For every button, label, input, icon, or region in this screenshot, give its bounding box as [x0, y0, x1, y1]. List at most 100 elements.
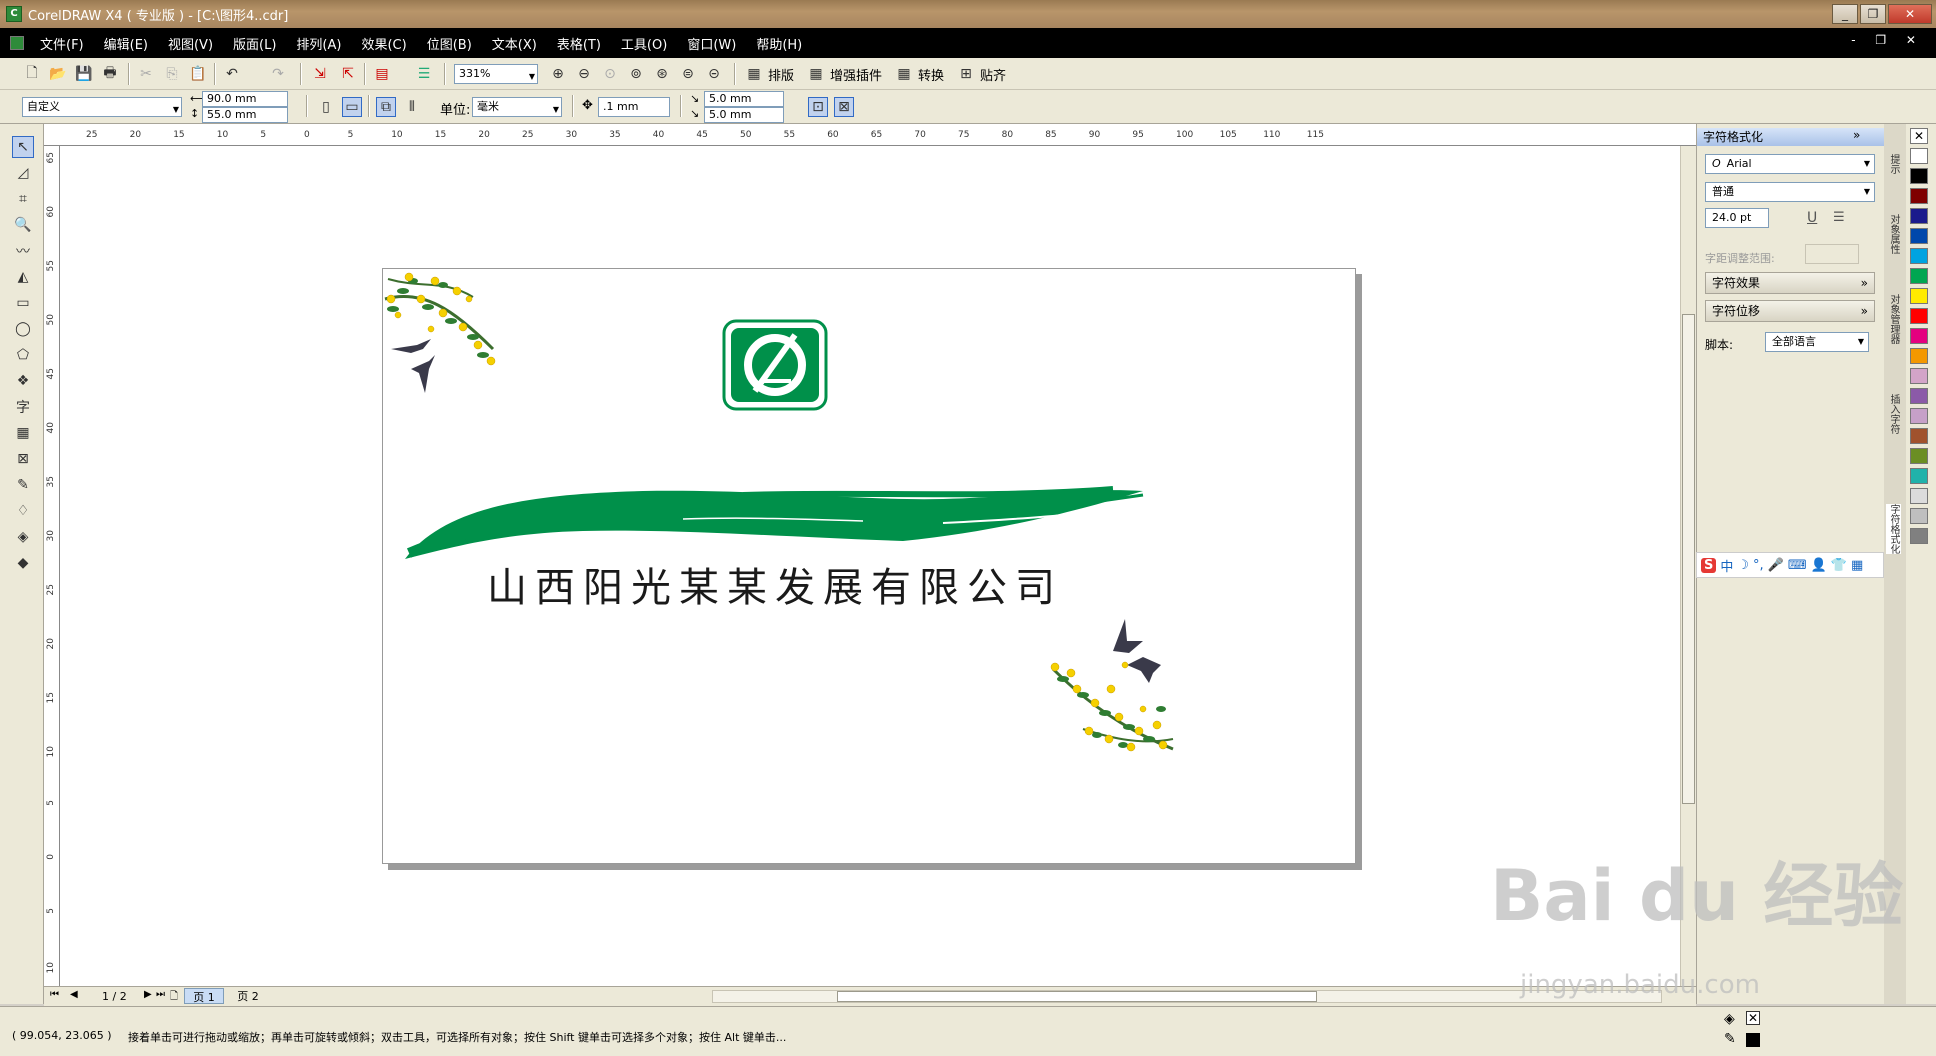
layout-plugin-button[interactable]: 排版 — [768, 65, 794, 84]
table-tool-icon[interactable]: ▦ — [12, 422, 34, 444]
pick-tool-icon[interactable]: ↖ — [12, 136, 34, 158]
menu-tools[interactable]: 工具(O) — [621, 34, 667, 53]
menu-file[interactable]: 文件(F) — [40, 34, 84, 53]
font-family-combo[interactable]: O Arial ▼ — [1705, 154, 1875, 174]
docker-tab-object-manager[interactable]: 对象管理器 — [1886, 294, 1901, 344]
zoom-width-icon[interactable]: ⊜ — [678, 64, 698, 84]
script-combo[interactable]: 全部语言 ▼ — [1765, 332, 1869, 352]
color-swatch[interactable] — [1910, 408, 1928, 424]
text-tool-icon[interactable]: 字 — [12, 396, 34, 418]
ime-mode-chinese[interactable]: 中 — [1720, 556, 1733, 575]
last-page-icon[interactable]: ⏭ — [156, 989, 165, 1000]
fill-indicator-icon[interactable]: ◈ — [1724, 1011, 1735, 1027]
outline-indicator-icon[interactable]: ✎ — [1724, 1031, 1736, 1047]
docker-tab-hints[interactable]: 提示 — [1886, 154, 1901, 174]
basic-shapes-tool-icon[interactable]: ❖ — [12, 370, 34, 392]
kerning-field[interactable] — [1805, 244, 1859, 264]
eyedropper-tool-icon[interactable]: ✎ — [12, 474, 34, 496]
character-shift-section[interactable]: 字符位移» — [1705, 300, 1875, 322]
ime-skin-icon[interactable]: 👕 — [1831, 558, 1847, 573]
all-pages-icon[interactable]: ⧉ — [376, 97, 396, 117]
welcome-screen-icon[interactable]: ☰ — [414, 64, 434, 84]
align-icon[interactable]: ☰ — [1833, 210, 1845, 225]
close-button[interactable]: ✕ — [1888, 4, 1932, 24]
enhance-plugin-icon[interactable]: ▦ — [806, 64, 826, 84]
color-swatch[interactable] — [1910, 488, 1928, 504]
print-icon[interactable]: 🖶 — [100, 64, 120, 84]
no-color-swatch[interactable]: ✕ — [1910, 128, 1928, 144]
paste-icon[interactable]: 📋 — [188, 64, 208, 84]
font-size-field[interactable]: 24.0 pt — [1705, 208, 1769, 228]
color-swatch[interactable] — [1910, 448, 1928, 464]
ime-punctuation-icon[interactable]: °, — [1753, 558, 1764, 573]
next-page-icon[interactable]: ▶ — [144, 989, 152, 1000]
snap-button[interactable]: 贴齐 — [980, 65, 1006, 84]
color-swatch[interactable] — [1910, 468, 1928, 484]
shape-tool-icon[interactable]: ◿ — [12, 162, 34, 184]
landscape-icon[interactable]: ▭ — [342, 97, 362, 117]
zoom-selected-icon[interactable]: ⊙ — [600, 64, 620, 84]
outline-tool-icon[interactable]: ♢ — [12, 500, 34, 522]
menu-layout[interactable]: 版面(L) — [233, 34, 276, 53]
application-launcher-icon[interactable]: ▤ — [372, 64, 392, 84]
color-swatch[interactable] — [1910, 428, 1928, 444]
menu-arrange[interactable]: 排列(A) — [296, 34, 341, 53]
zoom-height-icon[interactable]: ⊝ — [704, 64, 724, 84]
sogou-logo-icon[interactable]: S — [1701, 557, 1717, 573]
zoom-out-icon[interactable]: ⊖ — [574, 64, 594, 84]
rectangle-tool-icon[interactable]: ▭ — [12, 292, 34, 314]
snap-to-objects-icon[interactable]: ⊠ — [834, 97, 854, 117]
smart-fill-tool-icon[interactable]: ◭ — [12, 266, 34, 288]
add-page-icon[interactable]: 🗋 — [170, 989, 178, 1006]
ime-user-icon[interactable]: 👤 — [1811, 558, 1827, 573]
first-page-icon[interactable]: ⏮ — [50, 989, 59, 1000]
minimize-button[interactable]: _ — [1832, 4, 1858, 24]
menu-bitmaps[interactable]: 位图(B) — [427, 34, 472, 53]
color-swatch[interactable] — [1910, 168, 1928, 184]
docker-tab-insert-character[interactable]: 插入字符 — [1886, 394, 1901, 434]
color-swatch[interactable] — [1910, 348, 1928, 364]
color-swatch[interactable] — [1910, 308, 1928, 324]
color-swatch[interactable] — [1910, 528, 1928, 544]
ime-menu-icon[interactable]: ▦ — [1851, 558, 1863, 573]
save-icon[interactable]: 💾 — [74, 64, 94, 84]
current-page-icon[interactable]: ⫴ — [402, 97, 422, 117]
underline-icon[interactable]: U — [1807, 210, 1817, 226]
portrait-icon[interactable]: ▯ — [316, 97, 336, 117]
cut-icon[interactable]: ✂ — [136, 64, 156, 84]
convert-icon[interactable]: ▦ — [894, 64, 914, 84]
menu-edit[interactable]: 编辑(E) — [104, 34, 148, 53]
menu-table[interactable]: 表格(T) — [557, 34, 601, 53]
ime-voice-icon[interactable]: 🎤 — [1768, 558, 1784, 573]
color-swatch[interactable] — [1910, 508, 1928, 524]
page-tab-2[interactable]: 页 2 — [228, 988, 268, 1004]
docker-tab-character-formatting[interactable]: 字符格式化 — [1886, 504, 1901, 554]
docker-collapse-icon[interactable]: » — [1853, 128, 1860, 142]
color-swatch[interactable] — [1910, 208, 1928, 224]
interactive-fill-tool-icon[interactable]: ◆ — [12, 552, 34, 574]
document-window-controls[interactable]: - ❐ ✕ — [1851, 33, 1924, 47]
convert-button[interactable]: 转换 — [918, 65, 944, 84]
document-icon[interactable] — [10, 36, 24, 50]
duplicate-y-field[interactable]: 5.0 mm — [704, 107, 784, 123]
zoom-in-icon[interactable]: ⊕ — [548, 64, 568, 84]
enhance-plugin-button[interactable]: 增强插件 — [830, 65, 882, 84]
ellipse-tool-icon[interactable]: ◯ — [12, 318, 34, 340]
undo-icon[interactable]: ↶ — [222, 64, 242, 84]
snap-icon[interactable]: ⊞ — [956, 64, 976, 84]
color-swatch[interactable] — [1910, 228, 1928, 244]
zoom-tool-icon[interactable]: 🔍 — [12, 214, 34, 236]
font-style-combo[interactable]: 普通 ▼ — [1705, 182, 1875, 202]
menu-text[interactable]: 文本(X) — [492, 34, 537, 53]
layout-plugin-icon[interactable]: ▦ — [744, 64, 764, 84]
page-tab-1[interactable]: 页 1 — [184, 988, 224, 1004]
nudge-distance-field[interactable]: .1 mm — [598, 97, 670, 117]
prev-page-icon[interactable]: ◀ — [70, 989, 78, 1000]
color-swatch[interactable] — [1910, 368, 1928, 384]
docker-tab-object-properties[interactable]: 对象属性 — [1886, 214, 1901, 254]
no-fill-swatch[interactable]: ✕ — [1746, 1011, 1760, 1025]
character-effects-section[interactable]: 字符效果» — [1705, 272, 1875, 294]
color-swatch[interactable] — [1910, 268, 1928, 284]
restore-button[interactable]: ❐ — [1860, 4, 1886, 24]
business-card-page[interactable]: 山西阳光某某发展有限公司 — [382, 268, 1356, 864]
